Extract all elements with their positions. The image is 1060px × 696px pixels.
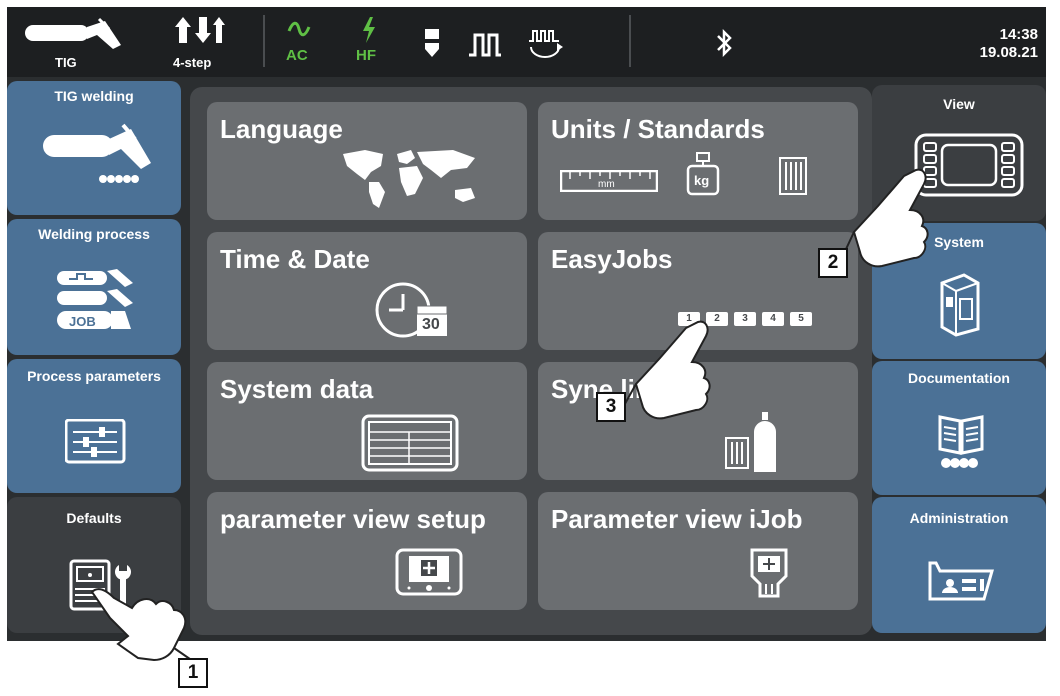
calendar-day: 30 <box>422 316 440 333</box>
ac-wave-icon[interactable] <box>287 21 311 42</box>
four-step-icon[interactable] <box>175 15 225 50</box>
wire-gas-icon <box>724 410 788 479</box>
nav-label: Administration <box>909 510 1009 526</box>
weight-unit: kg <box>694 173 710 188</box>
ruler-unit: mm <box>598 179 615 190</box>
nav-process-parameters[interactable]: Process parameters <box>7 359 181 493</box>
tile-title: System data <box>220 374 374 404</box>
nav-tig-welding[interactable]: TIG welding <box>7 81 181 215</box>
nav-label: Process parameters <box>27 368 161 384</box>
tile-title: Parameter view iJob <box>551 504 803 534</box>
system-machine-icon <box>934 273 984 342</box>
nav-label: TIG welding <box>54 88 134 104</box>
welding-process-icon: JOB <box>55 267 139 340</box>
pointing-hand-icon <box>615 320 711 421</box>
sliders-icon <box>64 418 127 470</box>
tile-title: parameter view setup <box>220 504 486 534</box>
tig-torch-icon[interactable] <box>21 15 131 60</box>
tile-language[interactable]: Language <box>207 102 527 220</box>
weight-icon: kg <box>686 152 720 196</box>
settings-panel: Language Units / Standards mm kg Time & … <box>190 87 872 635</box>
bluetooth-icon[interactable] <box>715 28 733 62</box>
status-divider <box>629 15 631 67</box>
status-divider <box>263 15 265 67</box>
administration-folder-icon <box>928 559 994 608</box>
clock-time: 14:38 <box>999 26 1038 43</box>
nav-administration[interactable]: Administration <box>872 497 1046 633</box>
tile-parameter-view-ijob[interactable]: Parameter view iJob <box>538 492 858 610</box>
documentation-book-icon <box>938 413 984 474</box>
nav-documentation[interactable]: Documentation <box>872 361 1046 495</box>
world-map-icon <box>335 144 489 219</box>
tig-torch-icon <box>43 121 153 196</box>
tile-title: Language <box>220 114 343 144</box>
nav-label: View <box>943 96 975 112</box>
tile-system-data[interactable]: System data <box>207 362 527 480</box>
callout-2: 2 <box>818 248 848 278</box>
clock-calendar-icon: 30 <box>373 278 449 344</box>
tile-parameter-view-setup[interactable]: parameter view setup <box>207 492 527 610</box>
nav-label: Documentation <box>908 370 1010 386</box>
clock-date: 19.08.21 <box>979 44 1038 61</box>
process-label: TIG <box>55 55 77 70</box>
nav-label: Defaults <box>66 510 122 526</box>
callout-3: 3 <box>596 392 626 422</box>
nav-label: Welding process <box>38 226 150 242</box>
easyjob-slot: 5 <box>790 312 812 326</box>
data-table-icon <box>361 414 459 477</box>
mode-label: 4-step <box>173 55 212 70</box>
pulse-icon[interactable] <box>467 31 503 62</box>
easyjob-slot: 4 <box>762 312 784 326</box>
ijob-device-icon <box>750 546 788 603</box>
callout-1: 1 <box>178 658 208 688</box>
tile-units-standards[interactable]: Units / Standards mm kg <box>538 102 858 220</box>
status-bar: TIG 4-step AC HF 14:38 19.08.21 <box>7 7 1046 77</box>
tile-title: Time & Date <box>220 244 370 274</box>
job-icon-label: JOB <box>69 314 96 329</box>
ac-label: AC <box>286 47 308 64</box>
tile-time-date[interactable]: Time & Date 30 <box>207 232 527 350</box>
hf-lightning-icon[interactable] <box>361 17 377 48</box>
nav-welding-process[interactable]: Welding process JOB <box>7 219 181 355</box>
easyjob-slot: 3 <box>734 312 756 326</box>
display-setup-icon <box>395 548 463 601</box>
hf-label: HF <box>356 47 376 64</box>
tile-title: EasyJobs <box>551 244 673 274</box>
tile-title: Units / Standards <box>551 114 765 144</box>
ruler-icon: mm <box>560 170 658 192</box>
cycle-pulse-icon[interactable] <box>525 25 565 66</box>
electrode-icon[interactable] <box>423 29 441 64</box>
device-screen: TIG 4-step AC HF 14:38 19.08.21 TIG weld… <box>7 7 1046 641</box>
wire-spool-icon <box>776 156 810 203</box>
pointing-hand-icon <box>839 168 929 268</box>
